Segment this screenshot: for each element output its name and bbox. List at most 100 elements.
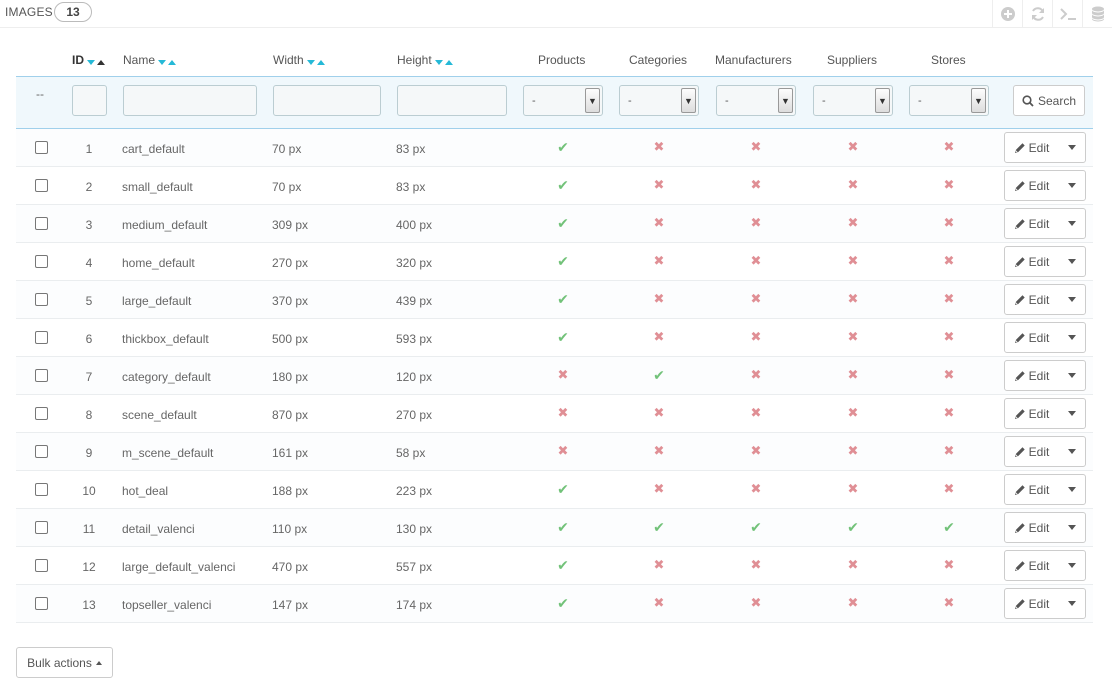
cross-icon: ✖: [943, 481, 955, 496]
row-actions-dropdown[interactable]: [1059, 437, 1085, 466]
row-checkbox[interactable]: [35, 407, 48, 420]
edit-button[interactable]: Edit: [1005, 133, 1059, 162]
count-badge: 13: [54, 2, 92, 22]
edit-button[interactable]: Edit: [1005, 361, 1059, 390]
cell-id: 8: [85, 408, 93, 422]
column-header-name-label: Name: [123, 53, 156, 67]
row-actions-dropdown[interactable]: [1059, 513, 1085, 542]
caret-down-icon: [1068, 183, 1076, 188]
cross-icon: ✖: [943, 177, 955, 192]
bulk-actions-button[interactable]: Bulk actions: [16, 647, 113, 678]
check-icon: ✔: [557, 329, 569, 345]
row-checkbox[interactable]: [35, 217, 48, 230]
row-checkbox[interactable]: [35, 293, 48, 306]
filter-id-input[interactable]: [72, 85, 107, 116]
filter-name-input[interactable]: [123, 85, 257, 116]
row-actions-dropdown[interactable]: [1059, 285, 1085, 314]
edit-button[interactable]: Edit: [1005, 551, 1059, 580]
cell-name: m_scene_default: [122, 446, 214, 460]
cross-icon: ✖: [943, 367, 955, 382]
table-row: 9 m_scene_default 161 px 58 px ✖ ✖ ✖ ✖ ✖ Edit: [16, 433, 1093, 471]
table-row: 11 detail_valenci 110 px 130 px ✔ ✔ ✔ ✔ ✔ Edit: [16, 509, 1093, 547]
cell-width: 161 px: [272, 446, 309, 460]
edit-button[interactable]: Edit: [1005, 475, 1059, 504]
sort-icon[interactable]: [158, 54, 178, 68]
cross-icon: ✖: [653, 405, 665, 420]
row-checkbox[interactable]: [35, 559, 48, 572]
cell-id: 3: [85, 218, 93, 232]
row-actions-dropdown[interactable]: [1059, 551, 1085, 580]
row-actions-dropdown[interactable]: [1059, 399, 1085, 428]
edit-button-group: Edit: [1004, 360, 1086, 391]
row-checkbox[interactable]: [35, 331, 48, 344]
filter-suppliers-select[interactable]: - ▼: [813, 85, 893, 116]
check-icon: ✔: [557, 557, 569, 573]
edit-button[interactable]: Edit: [1005, 247, 1059, 276]
row-actions-dropdown[interactable]: [1059, 475, 1085, 504]
filter-categories-select[interactable]: - ▼: [619, 85, 699, 116]
sort-icon[interactable]: [306, 54, 327, 68]
row-checkbox[interactable]: [35, 369, 48, 382]
add-icon[interactable]: [992, 0, 1022, 28]
edit-button[interactable]: Edit: [1005, 285, 1059, 314]
row-checkbox[interactable]: [35, 521, 48, 534]
row-checkbox[interactable]: [35, 597, 48, 610]
row-actions-dropdown[interactable]: [1059, 323, 1085, 352]
cross-icon: ✖: [847, 481, 859, 496]
check-icon: ✔: [557, 253, 569, 269]
row-actions-dropdown[interactable]: [1059, 133, 1085, 162]
edit-button[interactable]: Edit: [1005, 589, 1059, 618]
filter-products-select[interactable]: - ▼: [523, 85, 603, 116]
filter-manufacturers-select[interactable]: - ▼: [716, 85, 796, 116]
pencil-icon: [1014, 446, 1025, 457]
column-header-width[interactable]: Width: [273, 53, 327, 68]
check-icon: ✔: [557, 595, 569, 611]
column-header-height[interactable]: Height: [397, 53, 455, 68]
cell-name: large_default: [122, 294, 192, 308]
edit-button[interactable]: Edit: [1005, 209, 1059, 238]
filter-height-input[interactable]: [397, 85, 507, 116]
filter-width-input[interactable]: [273, 85, 381, 116]
caret-down-icon: [1068, 221, 1076, 226]
filter-stores-select[interactable]: - ▼: [909, 85, 989, 116]
row-actions-dropdown[interactable]: [1059, 361, 1085, 390]
row-checkbox[interactable]: [35, 483, 48, 496]
sort-icon[interactable]: [87, 54, 107, 68]
chevron-down-icon: ▼: [971, 88, 986, 113]
edit-label: Edit: [1028, 368, 1050, 383]
cell-width: 870 px: [272, 408, 309, 422]
row-checkbox[interactable]: [35, 179, 48, 192]
row-checkbox[interactable]: [35, 445, 48, 458]
table-body: 1 cart_default 70 px 83 px ✔ ✖ ✖ ✖ ✖ Edit 2 small_d…: [16, 129, 1093, 623]
edit-button[interactable]: Edit: [1005, 437, 1059, 466]
terminal-icon[interactable]: [1052, 0, 1082, 28]
check-icon: ✔: [557, 215, 569, 231]
table-row: 1 cart_default 70 px 83 px ✔ ✖ ✖ ✖ ✖ Edit: [16, 129, 1093, 167]
edit-button-group: Edit: [1004, 246, 1086, 277]
edit-button[interactable]: Edit: [1005, 513, 1059, 542]
cell-height: 83 px: [396, 180, 426, 194]
caret-down-icon: [1068, 487, 1076, 492]
edit-button[interactable]: Edit: [1005, 323, 1059, 352]
edit-label: Edit: [1028, 292, 1050, 307]
row-actions-dropdown[interactable]: [1059, 171, 1085, 200]
row-checkbox[interactable]: [35, 255, 48, 268]
sort-icon[interactable]: [434, 54, 455, 68]
search-button[interactable]: Search: [1013, 85, 1085, 116]
check-icon: ✔: [847, 519, 859, 535]
edit-button[interactable]: Edit: [1005, 171, 1059, 200]
column-header-name[interactable]: Name: [123, 53, 178, 68]
cell-name: thickbox_default: [122, 332, 209, 346]
row-actions-dropdown[interactable]: [1059, 589, 1085, 618]
cell-name: medium_default: [122, 218, 208, 232]
row-actions-dropdown[interactable]: [1059, 209, 1085, 238]
database-icon[interactable]: [1082, 0, 1112, 28]
row-checkbox[interactable]: [35, 141, 48, 154]
edit-button[interactable]: Edit: [1005, 399, 1059, 428]
refresh-icon[interactable]: [1022, 0, 1052, 28]
bulk-actions-label: Bulk actions: [27, 655, 92, 670]
table-row: 8 scene_default 870 px 270 px ✖ ✖ ✖ ✖ ✖ Edit: [16, 395, 1093, 433]
column-header-id[interactable]: ID: [72, 53, 107, 68]
cross-icon: ✖: [653, 481, 665, 496]
row-actions-dropdown[interactable]: [1059, 247, 1085, 276]
